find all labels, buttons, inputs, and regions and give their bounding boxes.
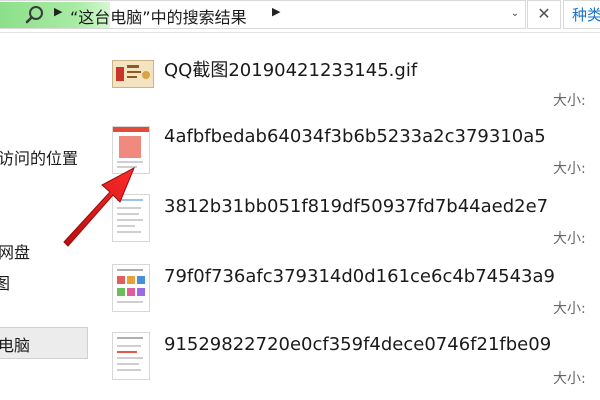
search-results-list: QQ截图20190421233145.gif 大小: 4afbfbedab640… — [100, 33, 600, 400]
list-item[interactable]: QQ截图20190421233145.gif 大小: — [100, 48, 600, 118]
file-name[interactable]: 4afbfbedab64034f3b6b5233a2c379310a5 — [164, 126, 546, 147]
search-icon — [25, 6, 43, 24]
file-name[interactable]: QQ截图20190421233145.gif — [164, 56, 417, 82]
file-name[interactable]: 79f0f736afc379314d0d161ce6c4b74543a9 — [164, 266, 555, 287]
image-thumbnail — [112, 332, 150, 380]
file-size-label: 大小: — [553, 371, 586, 387]
list-item[interactable]: 91529822720e0cf359f4dece0746f21fbe09 大小: — [100, 328, 600, 398]
sidebar-item-pictures[interactable]: 图 — [0, 270, 10, 294]
address-box[interactable]: ▶ “这台电脑”中的搜索结果 ▶ ⌄ — [0, 0, 526, 29]
list-item[interactable]: 79f0f736afc379314d0d161ce6c4b74543a9 大小: — [100, 258, 600, 328]
file-size-label: 大小: — [553, 231, 586, 247]
image-thumbnail — [112, 264, 150, 312]
list-item[interactable]: 3812b31bb051f819df50937fd7b44aed2e7 大小: — [100, 188, 600, 258]
search-input-text: 种类 — [572, 6, 600, 24]
breadcrumb-chevron-icon[interactable]: ▶ — [272, 5, 280, 18]
chevron-down-icon[interactable]: ⌄ — [508, 4, 522, 24]
breadcrumb[interactable]: “这台电脑”中的搜索结果 — [70, 4, 247, 28]
file-size-label: 大小: — [553, 301, 586, 317]
breadcrumb-separator-icon[interactable]: ▶ — [54, 5, 62, 18]
sidebar-item-netdisk[interactable]: 网盘 — [0, 239, 30, 263]
list-item[interactable]: 4afbfbedab64034f3b6b5233a2c379310a5 大小: — [100, 118, 600, 188]
file-size-label: 大小: — [553, 93, 586, 109]
close-icon[interactable]: ✕ — [527, 0, 561, 29]
sidebar-item-this-pc[interactable]: 电脑 — [0, 327, 88, 359]
search-input[interactable]: 种类 — [563, 0, 600, 29]
address-bar: ▶ “这台电脑”中的搜索结果 ▶ ⌄ ✕ 种类 — [0, 0, 600, 33]
file-name[interactable]: 91529822720e0cf359f4dece0746f21fbe09 — [164, 334, 551, 355]
sidebar-item-label: 电脑 — [0, 336, 31, 355]
file-name[interactable]: 3812b31bb051f819df50937fd7b44aed2e7 — [164, 196, 548, 217]
gif-thumbnail — [112, 60, 154, 88]
red-arrow-annotation — [63, 166, 135, 247]
file-size-label: 大小: — [553, 161, 586, 177]
